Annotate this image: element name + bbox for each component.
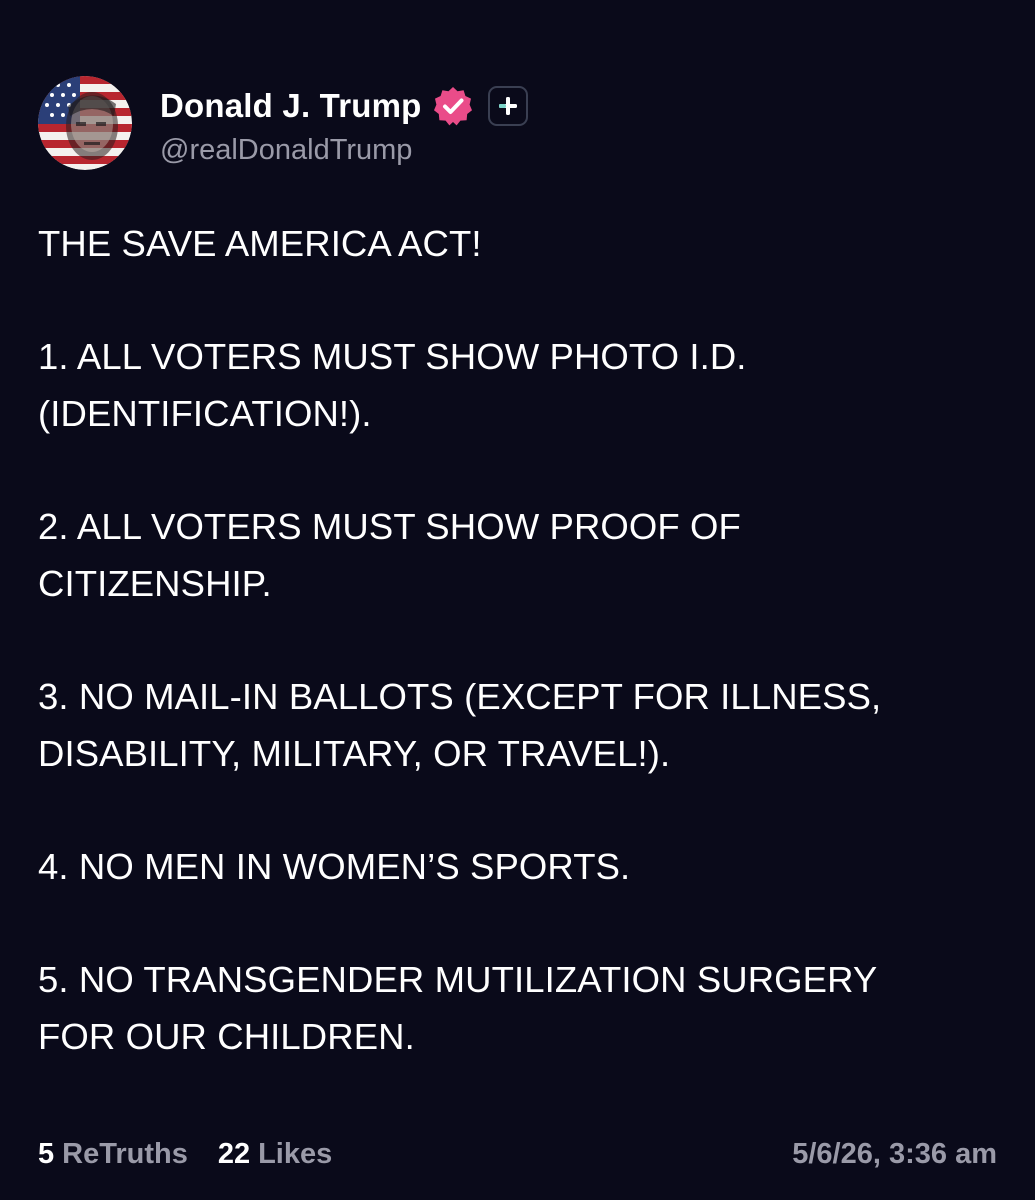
post-paragraph-title: THE SAVE AMERICA ACT! — [38, 215, 998, 272]
post-line: FOR OUR CHILDREN. — [38, 1016, 415, 1057]
name-row: Donald J. Trump — [160, 80, 528, 132]
retruths-stat[interactable]: 5 ReTruths — [38, 1138, 188, 1171]
post-line: CITIZENSHIP. — [38, 563, 272, 604]
post-paragraph-4: 4. NO MEN IN WOMEN’S SPORTS. — [38, 838, 998, 895]
likes-count: 22 — [217, 1137, 251, 1170]
plus-badge[interactable] — [487, 85, 528, 126]
post-line: 5. NO TRANSGENDER MUTILIZATION SURGERY — [38, 959, 878, 1000]
post-line: 2. ALL VOTERS MUST SHOW PROOF OF — [38, 506, 741, 547]
retruths-count: 5 — [38, 1137, 55, 1170]
post-line: DISABILITY, MILITARY, OR TRAVEL!). — [38, 733, 671, 774]
post-paragraph-5: 5. NO TRANSGENDER MUTILIZATION SURGERY F… — [38, 951, 998, 1065]
post-footer: 5 ReTruths 22 Likes 5/6/26, 3:36 am — [38, 1132, 997, 1176]
post-paragraph-3: 3. NO MAIL-IN BALLOTS (EXCEPT FOR ILLNES… — [38, 668, 998, 782]
post-timestamp[interactable]: 5/6/26, 3:36 am — [792, 1138, 997, 1171]
author-display-name[interactable]: Donald J. Trump — [160, 87, 422, 125]
post-paragraph-2: 2. ALL VOTERS MUST SHOW PROOF OF CITIZEN… — [38, 498, 998, 612]
post-line: 3. NO MAIL-IN BALLOTS (EXCEPT FOR ILLNES… — [38, 676, 882, 717]
author-handle[interactable]: @realDonaldTrump — [160, 134, 528, 167]
post-line: 1. ALL VOTERS MUST SHOW PHOTO I.D. — [38, 336, 747, 377]
truth-post: Donald J. Trump @realDonaldTrump THE SAV… — [0, 0, 1035, 1200]
avatar-image — [38, 76, 132, 170]
retruths-label: ReTruths — [62, 1137, 188, 1170]
author-identity: Donald J. Trump @realDonaldTrump — [160, 80, 528, 167]
plus-icon — [498, 96, 517, 115]
post-paragraph-1: 1. ALL VOTERS MUST SHOW PHOTO I.D. (IDEN… — [38, 328, 998, 442]
post-line: THE SAVE AMERICA ACT! — [38, 223, 482, 264]
post-body: THE SAVE AMERICA ACT! 1. ALL VOTERS MUST… — [38, 215, 998, 1121]
post-line: (IDENTIFICATION!). — [38, 393, 372, 434]
likes-stat[interactable]: 22 Likes — [218, 1138, 332, 1171]
likes-label: Likes — [258, 1137, 333, 1170]
post-line: 4. NO MEN IN WOMEN’S SPORTS. — [38, 846, 631, 887]
post-header: Donald J. Trump @realDonaldTrump — [38, 76, 528, 170]
verified-badge-icon — [432, 85, 474, 127]
avatar[interactable] — [38, 76, 132, 170]
